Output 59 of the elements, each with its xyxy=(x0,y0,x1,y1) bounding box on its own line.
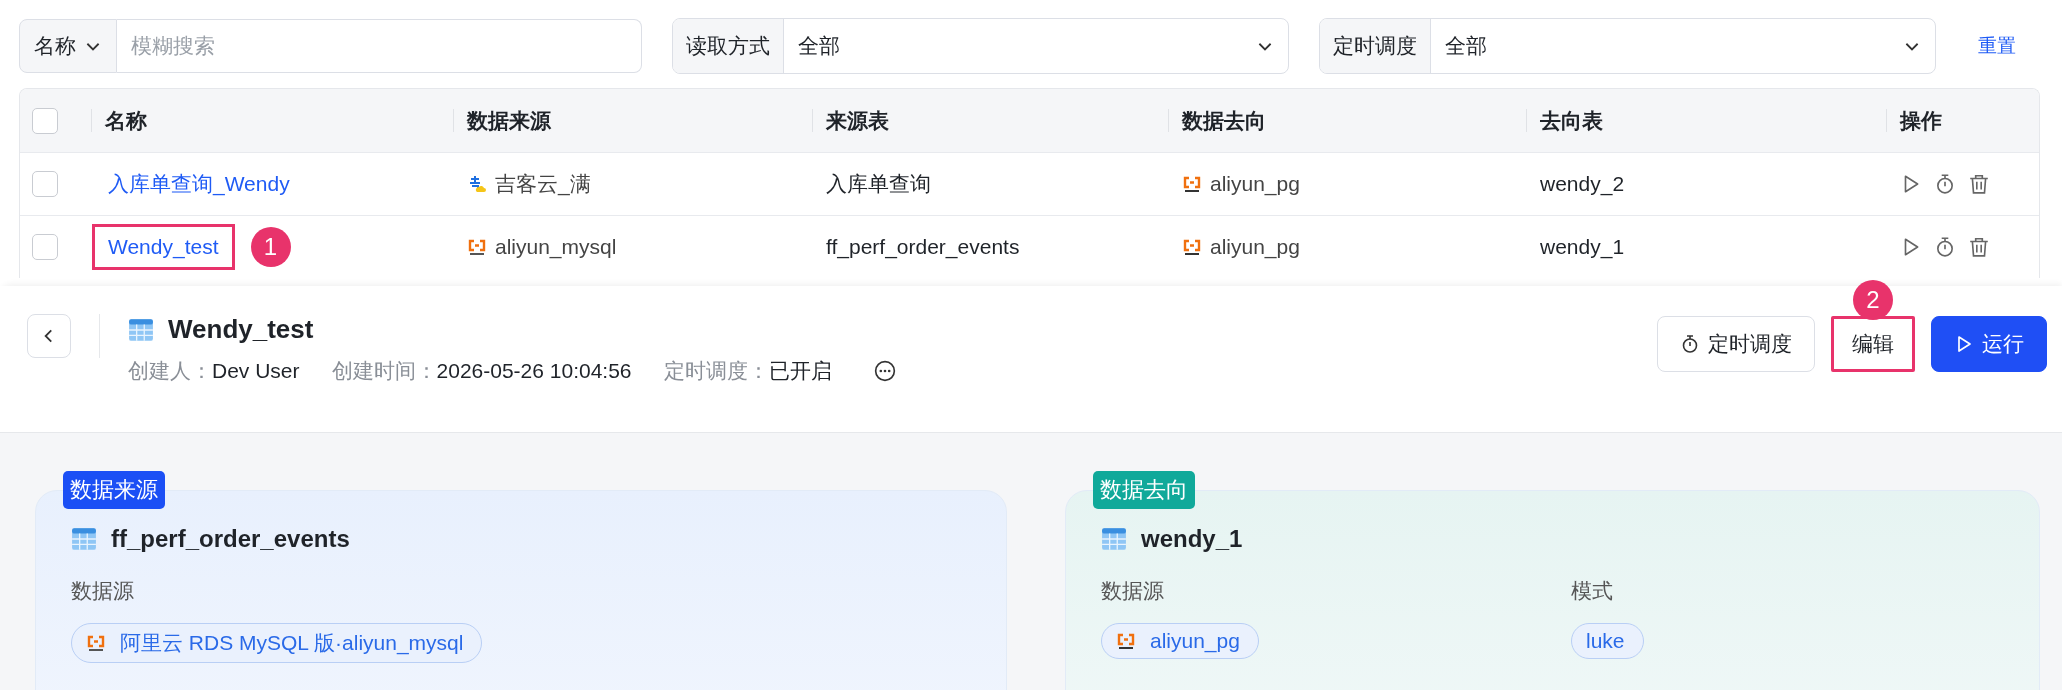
step-marker: 2 xyxy=(1853,280,1893,320)
database-logo-icon xyxy=(1182,174,1202,194)
task-name-link[interactable]: 入库单查询_Wendy xyxy=(92,159,306,209)
meta-value: 已开启 xyxy=(768,358,832,384)
database-logo-icon xyxy=(467,237,487,257)
value-pill: luke xyxy=(1571,623,1644,659)
table-icon xyxy=(71,526,97,552)
value-pill: aliyun_pg xyxy=(1101,623,1259,659)
search-field[interactable]: 模糊搜索 xyxy=(117,19,642,73)
database-logo-icon xyxy=(1116,631,1136,651)
section-tag: 数据去向 xyxy=(1093,471,1195,509)
table-cell: ff_perf_order_events xyxy=(826,235,1020,259)
database-logo-icon xyxy=(1182,237,1202,257)
column-header: 来源表 xyxy=(826,107,889,134)
column-header: 数据来源 xyxy=(467,107,551,134)
meta-value: 2026-05-26 10:04:56 xyxy=(436,359,632,383)
table-cell-text: 入库单查询 xyxy=(826,171,931,197)
column-header: 去向表 xyxy=(1540,107,1603,134)
name-filter-dropdown[interactable]: 名称 xyxy=(19,19,117,73)
field-label: 数据源 xyxy=(1101,578,1164,604)
meta-value: Dev User xyxy=(212,359,300,383)
table-name: ff_perf_order_events xyxy=(111,525,350,553)
task-title: Wendy_test xyxy=(168,314,314,345)
section-tag: 数据来源 xyxy=(63,471,165,509)
schedule-button[interactable]: 定时调度 xyxy=(1657,316,1815,372)
database-logo-icon xyxy=(86,633,106,653)
table-cell: wendy_1 xyxy=(1540,235,1625,259)
table-cell: aliyun_mysql xyxy=(495,235,617,259)
timer-icon xyxy=(1680,334,1700,354)
meta-label: 创建人： xyxy=(128,358,212,384)
column-header: 操作 xyxy=(1900,107,1942,134)
edit-button[interactable]: 编辑 xyxy=(1831,316,1915,372)
row-checkbox[interactable] xyxy=(32,234,58,260)
table-name: wendy_1 xyxy=(1141,525,1243,553)
value-pill: 阿里云 RDS MySQL 版·aliyun_mysql xyxy=(71,623,483,663)
field-label: 数据源 xyxy=(71,578,134,604)
table-icon xyxy=(1101,526,1127,552)
table-icon xyxy=(128,316,154,343)
row-checkbox[interactable] xyxy=(32,171,58,197)
table-cell: aliyun_pg xyxy=(1210,235,1300,259)
table-cell: wendy_2 xyxy=(1540,172,1625,196)
column-header: 数据去向 xyxy=(1182,107,1266,134)
run-button[interactable]: 运行 xyxy=(1931,316,2047,372)
reset-link[interactable]: 重置 xyxy=(1978,33,2016,59)
timer-icon[interactable] xyxy=(1934,236,1956,258)
more-icon[interactable] xyxy=(873,360,896,382)
step-marker: 1 xyxy=(250,227,291,267)
table-cell-text: 吉客云_满 xyxy=(495,171,591,198)
table-cell: aliyun_pg xyxy=(1210,172,1300,196)
delete-icon[interactable] xyxy=(1968,173,1990,195)
column-header: 名称 xyxy=(105,107,147,134)
select-all-checkbox[interactable] xyxy=(32,107,58,134)
meta-label: 创建时间： xyxy=(331,358,437,384)
field-label: 模式 xyxy=(1571,578,1613,604)
meta-label: 定时调度： xyxy=(663,358,769,384)
timer-icon[interactable] xyxy=(1934,173,1956,195)
task-name-link[interactable]: Wendy_test xyxy=(92,224,235,270)
cloud-logo-icon xyxy=(467,174,487,194)
delete-icon[interactable] xyxy=(1968,236,1990,258)
